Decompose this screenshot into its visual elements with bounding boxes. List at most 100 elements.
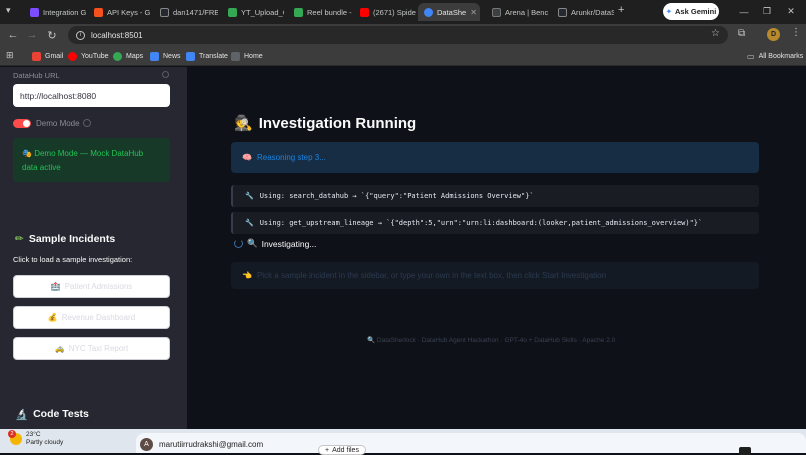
translate-icon: [186, 51, 195, 61]
youtube-icon: [68, 51, 77, 61]
tab-label: (2671) Spider-: [373, 7, 416, 17]
tab-label: Arunkr/DataSh: [571, 7, 614, 17]
browser-tab[interactable]: (2671) Spider-: [354, 3, 416, 21]
sample-incidents-heading: ✏ Sample Incidents: [15, 233, 115, 245]
tab-label: Reel bundle -: [307, 7, 352, 17]
datahub-url-label: DataHub URL: [13, 71, 60, 80]
drive-icon: [228, 7, 237, 17]
app-footer: 🔍 DataSherlock · DataHub Agent Hackathon…: [367, 336, 615, 344]
drive-icon: [294, 7, 303, 17]
all-bookmarks[interactable]: ▭ All Bookmarks: [747, 49, 803, 63]
bookmark-home[interactable]: Home: [231, 49, 263, 63]
bookmark-youtube[interactable]: YouTube: [68, 49, 109, 63]
github-icon: [160, 7, 169, 17]
taxi-icon: 🚕: [54, 344, 65, 353]
help-icon[interactable]: [162, 71, 169, 78]
sample-revenue-dashboard-button[interactable]: 💰 Revenue Dashboard: [13, 306, 170, 329]
spinner-icon: [234, 239, 243, 248]
tab-label: YT_Upload_Co: [241, 7, 284, 17]
title-text: Investigation Running: [258, 114, 417, 132]
browser-tab[interactable]: Arunkr/DataSh: [552, 3, 614, 21]
browser-tab[interactable]: Reel bundle -: [288, 3, 352, 21]
back-icon[interactable]: ←: [5, 27, 21, 43]
wrench-icon: 🔧: [245, 219, 254, 227]
bookmark-label: Home: [244, 52, 263, 60]
apps-grid-icon[interactable]: ⊞: [6, 50, 14, 61]
bookmark-gmail[interactable]: Gmail: [32, 49, 63, 63]
folder-icon: ▭: [747, 51, 755, 61]
reasoning-status: 🧠 Reasoning step 3...: [231, 142, 759, 173]
profile-avatar[interactable]: D: [767, 28, 780, 41]
help-icon[interactable]: [83, 119, 91, 127]
minimize-icon[interactable]: —: [735, 3, 753, 20]
github-icon: [558, 7, 567, 17]
footer-text: DataSherlock · DataHub Agent Hackathon ·…: [376, 337, 616, 344]
youtube-icon: [360, 7, 369, 17]
pointing-hand-icon: 👈: [242, 271, 252, 280]
bookmark-translate[interactable]: Translate: [186, 49, 228, 63]
notification-badge: 2: [8, 430, 16, 438]
tab-label: DataShe: [437, 7, 467, 17]
account-avatar: A: [140, 437, 153, 451]
microscope-icon: 🔬: [15, 409, 29, 421]
bookmark-star-icon[interactable]: ☆: [711, 28, 720, 39]
extensions-icon[interactable]: ⧉: [738, 28, 745, 39]
bookmark-label: Maps: [126, 52, 144, 60]
bookmark-maps[interactable]: Maps: [113, 49, 143, 63]
bookmark-label: News: [163, 52, 181, 60]
wrench-icon: 🔧: [245, 192, 254, 200]
reload-icon[interactable]: ↻: [44, 27, 60, 43]
gemini-label: Ask Gemini: [675, 7, 717, 16]
browser-tab[interactable]: dan1471/FREE: [154, 3, 218, 21]
account-chip[interactable]: Amarutiirrudrakshi@gmail.com: [140, 435, 263, 453]
browser-tab[interactable]: API Keys - Gro: [88, 3, 150, 21]
bookmark-label: Translate: [199, 52, 228, 60]
button-label: Patient Admissions: [64, 282, 133, 291]
plus-icon: +: [325, 446, 330, 454]
tab-favicon-icon: [492, 7, 501, 17]
detective-icon: 🕵: [234, 115, 253, 132]
sample-nyc-taxi-button[interactable]: 🚕 NYC Taxi Report: [13, 337, 170, 360]
weather-widget[interactable]: 2 23°C Partly cloudy: [8, 430, 64, 447]
address-bar[interactable]: i localhost:8501: [68, 26, 728, 44]
demo-notice-text-2: data active: [22, 163, 61, 172]
button-label: Revenue Dashboard: [61, 313, 136, 322]
browser-tab[interactable]: YT_Upload_Co: [222, 3, 284, 21]
add-files-button[interactable]: + Add files: [318, 445, 366, 455]
magnifier-icon: 🔍: [367, 337, 377, 344]
gemini-sparkle-icon: ✦: [665, 7, 673, 16]
close-window-icon[interactable]: ✕: [782, 3, 800, 20]
new-tab-button[interactable]: +: [618, 4, 624, 16]
browser-tab[interactable]: Integration Gu: [24, 3, 86, 21]
tool-call-text: Using: search_datahub → `{"query":"Patie…: [259, 192, 534, 200]
heading-text: Sample Incidents: [28, 233, 116, 245]
datahub-url-input[interactable]: http://localhost:8080: [13, 84, 170, 107]
weather-text: Partly cloudy: [26, 439, 64, 446]
tab-favicon-icon: [94, 7, 103, 17]
faded-hint: 👈 Pick a sample incident in the sidebar, …: [231, 262, 759, 289]
browser-tab[interactable]: Arena | Bench: [486, 3, 548, 21]
browser-tab-active[interactable]: DataShe ✕: [418, 3, 480, 21]
tab-label: Arena | Bench: [505, 7, 548, 17]
site-info-icon[interactable]: i: [76, 30, 85, 40]
bookmark-label: YouTube: [81, 52, 109, 60]
maximize-icon[interactable]: ❐: [758, 3, 776, 20]
sample-patient-admissions-button[interactable]: 🏥 Patient Admissions: [13, 275, 170, 298]
forward-icon[interactable]: →: [24, 27, 40, 43]
tab-search-icon[interactable]: ▾: [6, 5, 11, 16]
reasoning-text: Reasoning step 3...: [256, 153, 326, 162]
all-bookmarks-label: All Bookmarks: [758, 52, 804, 60]
demo-notice-text: Demo Mode — Mock DataHub: [34, 149, 144, 158]
weather-icon: 2: [8, 430, 22, 445]
close-tab-icon[interactable]: ✕: [470, 8, 477, 17]
home-icon: [231, 51, 240, 61]
demo-mode-toggle[interactable]: [13, 119, 31, 128]
ask-gemini-button[interactable]: ✦ Ask Gemini: [663, 3, 719, 20]
menu-kebab-icon[interactable]: ⋮: [791, 27, 801, 38]
stop-icon[interactable]: [739, 447, 751, 455]
button-label: NYC Taxi Report: [68, 344, 129, 353]
bookmark-news[interactable]: News: [150, 49, 181, 63]
tab-label: dan1471/FREE: [173, 7, 218, 17]
demo-mode-notice: 🎭 Demo Mode — Mock DataHub data active: [13, 138, 170, 182]
bookmark-label: Gmail: [45, 52, 64, 60]
